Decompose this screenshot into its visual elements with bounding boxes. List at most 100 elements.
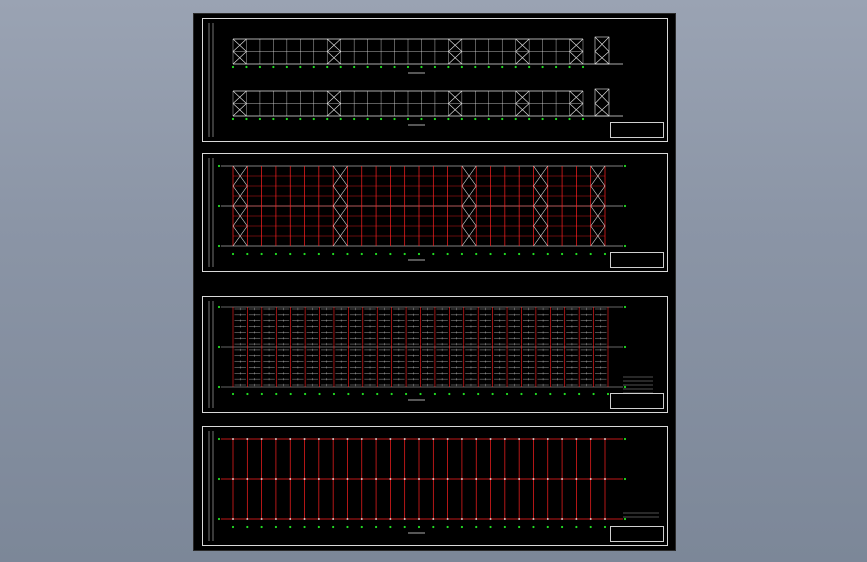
axis-marker [245,65,248,69]
axis-marker [475,525,478,529]
axis-marker [549,392,552,396]
axis-marker [489,252,492,256]
column-mark [418,478,420,480]
axis-marker [420,65,423,69]
axis-marker [346,252,349,256]
column-mark [589,478,592,480]
column-mark [275,478,277,480]
column-mark [375,518,377,520]
title-block [610,252,664,268]
axis-marker [532,525,535,529]
column-layout-drawing [208,431,659,541]
axis-marker [339,117,342,121]
grid-marker [623,164,627,168]
column-mark [461,438,463,440]
column-mark [289,438,292,440]
axis-marker [289,392,292,396]
axis-marker [246,525,249,529]
axis-marker [246,392,249,396]
axis-marker [474,117,477,121]
axis-marker [326,65,329,69]
axis-marker [403,525,406,529]
column-mark [561,518,563,520]
column-mark [303,518,306,520]
axis-marker [245,117,248,121]
column-mark [561,438,563,440]
axis-marker [406,65,410,69]
elevation-drawing [208,23,623,137]
axis-marker [554,117,558,121]
axis-marker [477,392,480,396]
column-mark [446,438,449,440]
grid-marker [217,385,221,389]
axis-marker [353,65,356,69]
grid-marker [217,204,221,208]
axis-marker [505,392,509,396]
column-mark [418,518,420,520]
axis-marker [534,392,537,396]
column-mark [275,518,277,520]
grid-marker [217,164,221,168]
axis-marker [260,252,263,256]
column-mark [546,518,549,520]
drawing-sheet [193,13,676,551]
axis-marker [339,65,342,69]
purlin-layout-drawing [208,301,653,408]
column-mark [360,478,363,480]
axis-marker [285,117,288,121]
axis-marker [518,252,521,256]
axis-marker [491,392,494,396]
axis-marker [546,252,549,256]
column-mark [546,438,549,440]
column-mark [375,438,377,440]
axis-marker [406,117,410,121]
axis-marker [554,65,558,69]
axis-marker [419,392,422,396]
axis-marker [317,525,320,529]
column-mark [346,478,349,480]
column-mark [432,518,435,520]
axis-marker [446,252,449,256]
axis-marker [332,392,336,396]
axis-marker [433,65,437,69]
column-mark [389,478,392,480]
column-mark [518,438,520,440]
axis-marker [360,525,363,529]
column-mark [318,518,320,520]
grid-marker [217,477,221,481]
purlin-layout-panel [202,296,668,413]
grid-marker [623,204,627,208]
column-mark [504,518,506,520]
axis-marker [285,65,288,69]
axis-marker [360,252,363,256]
axis-marker [528,117,531,121]
column-mark [232,518,234,520]
axis-marker [589,525,592,529]
column-mark [532,438,535,440]
axis-marker [347,392,350,396]
axis-marker [318,392,321,396]
column-mark [389,518,392,520]
column-mark [589,518,592,520]
grid-marker [217,345,221,349]
column-mark [475,518,478,520]
column-mark [318,478,320,480]
column-mark [303,478,306,480]
column-mark [604,478,606,480]
column-mark [504,478,506,480]
gable-frame [594,88,610,117]
axis-marker [432,525,435,529]
axis-marker [448,392,451,396]
axis-marker [460,65,463,69]
column-mark [332,478,334,480]
grid-marker [217,437,221,441]
axis-marker [379,65,383,69]
title-block [610,393,664,409]
column-layout-panel [202,426,668,546]
axis-marker [603,525,607,529]
axis-marker [274,252,278,256]
axis-marker [503,525,506,529]
column-mark [318,438,320,440]
title-block [610,122,664,138]
column-mark [489,478,492,480]
